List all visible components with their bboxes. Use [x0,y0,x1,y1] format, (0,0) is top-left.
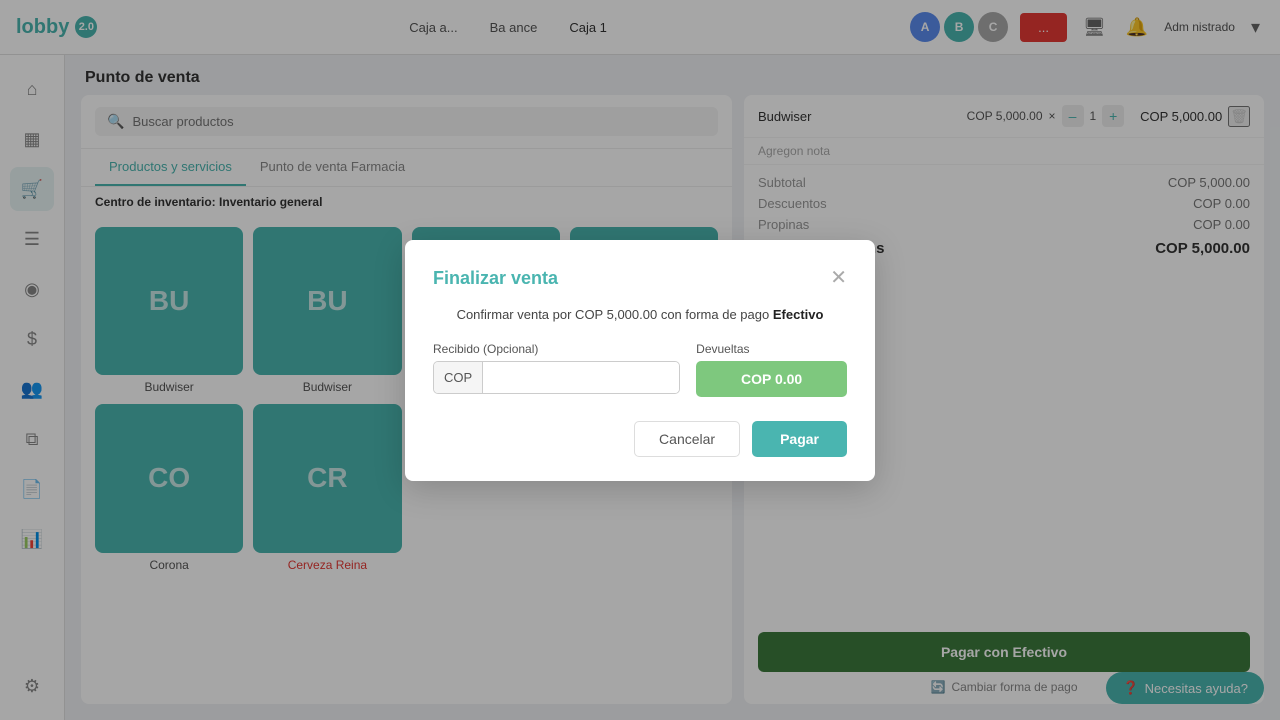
modal-actions: Cancelar Pagar [433,421,847,457]
cancel-button[interactable]: Cancelar [634,421,740,457]
received-prefix: COP [434,362,483,393]
modal-close-button[interactable]: ✕ [830,268,847,288]
modal-header: Finalizar venta ✕ [433,268,847,289]
modal-fields: Recibido (Opcional) COP Devueltas COP 0.… [433,342,847,397]
return-field: Devueltas COP 0.00 [696,342,847,397]
received-field: Recibido (Opcional) COP [433,342,680,397]
pay-confirm-button[interactable]: Pagar [752,421,847,457]
modal-confirm-text: Confirmar venta por COP 5,000.00 con for… [433,307,847,322]
return-label: Devueltas [696,342,847,356]
finalizar-venta-modal: Finalizar venta ✕ Confirmar venta por CO… [405,240,875,481]
modal-pay-method: Efectivo [773,307,824,322]
return-value: COP 0.00 [696,361,847,397]
modal-title: Finalizar venta [433,268,558,289]
received-input[interactable] [483,362,679,393]
received-label: Recibido (Opcional) [433,342,680,356]
modal-overlay: Finalizar venta ✕ Confirmar venta por CO… [0,0,1280,720]
received-input-group: COP [433,361,680,394]
